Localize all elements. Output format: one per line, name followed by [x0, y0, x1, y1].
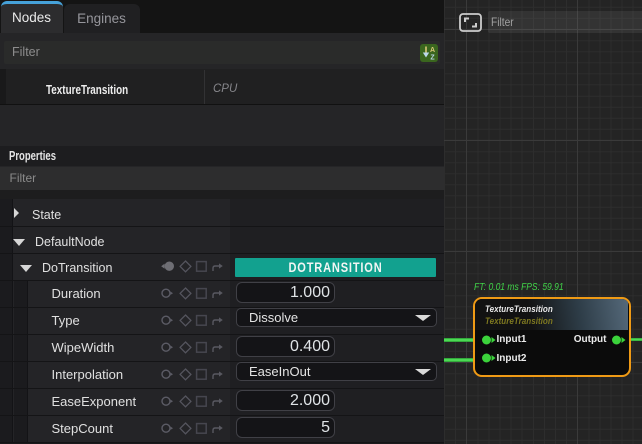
svg-text:Z: Z [430, 55, 435, 62]
svg-text:A: A [430, 47, 435, 54]
